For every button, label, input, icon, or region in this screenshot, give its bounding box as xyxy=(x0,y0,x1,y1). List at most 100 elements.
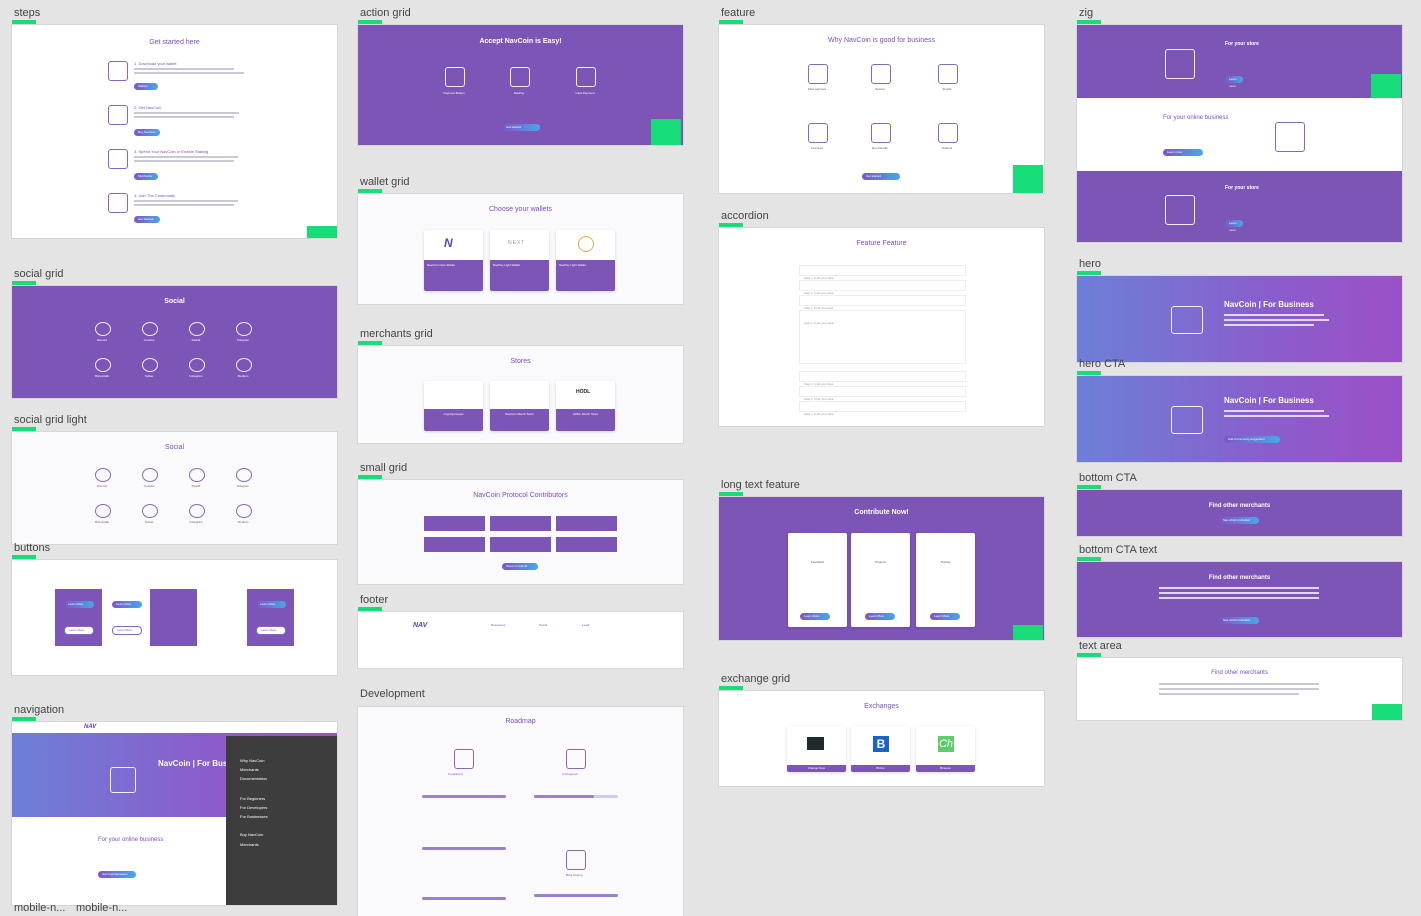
artboard-text-area[interactable]: Find other merchants xyxy=(1077,658,1402,720)
artboard-merchants-grid[interactable]: Stores Cryptopewpew NavCoin Merch Store … xyxy=(358,346,683,443)
wallet-card[interactable]: NEXT NavPay Light Wallet xyxy=(490,230,549,291)
instagram-icon[interactable] xyxy=(189,358,205,372)
get-started-button[interactable]: Get started xyxy=(862,173,900,180)
artboard-steps[interactable]: Get started here 1. Download your wallet… xyxy=(12,25,337,238)
reddit-icon[interactable] xyxy=(189,322,205,336)
artboard-label-navigation[interactable]: navigation xyxy=(14,704,64,716)
artboard-label-small-grid[interactable]: small grid xyxy=(360,462,407,474)
accordion-row[interactable]: Step 1. Find your idea xyxy=(799,401,966,416)
artboard-label-text-area[interactable]: text area xyxy=(1079,640,1122,652)
wallet-card[interactable]: N NavCoin Core Wallet xyxy=(424,230,483,291)
artboard-label-zig[interactable]: zig xyxy=(1079,7,1093,19)
github-button[interactable]: Show on Github xyxy=(502,563,538,570)
long-text-card[interactable]: Feedback Learn More xyxy=(788,533,847,627)
long-text-card[interactable]: Testing Learn More xyxy=(916,533,975,627)
youtube-icon[interactable] xyxy=(142,468,158,482)
artboard-zig[interactable]: For your store Learn more For your onlin… xyxy=(1077,25,1402,242)
artboard-label-buttons[interactable]: buttons xyxy=(14,542,50,554)
instagram-icon[interactable] xyxy=(189,504,205,518)
artboard-hero-cta[interactable]: NavCoin | For Business Add Community sug… xyxy=(1077,376,1402,462)
contributor-card[interactable] xyxy=(424,516,485,531)
exchange-card[interactable]: B Bittrex xyxy=(851,726,910,772)
learn-more-outline-button[interactable]: Learn More xyxy=(64,626,94,635)
artboard-label-footer[interactable]: footer xyxy=(360,594,388,606)
learn-more-button[interactable]: Learn More xyxy=(64,601,94,608)
contributor-card[interactable] xyxy=(490,516,551,531)
artboard-social-grid-light[interactable]: Social Discord Youtube Reddit Telegram Bitco… xyxy=(12,432,337,544)
accordion-row[interactable]: Step 1. Find your idea xyxy=(799,265,966,280)
bitcointalk-icon[interactable] xyxy=(95,358,111,372)
contributor-card[interactable] xyxy=(490,537,551,552)
artboard-small-grid[interactable]: NavCoin Protocol Contributors Show on Gi… xyxy=(358,480,683,584)
medium-icon[interactable] xyxy=(236,504,252,518)
artboard-exchange-grid[interactable]: Exchanges Change Now B Bittrex Ch Binanc… xyxy=(719,691,1044,786)
artboard-label-mobile-nav-1[interactable]: mobile-n... xyxy=(14,902,65,914)
telegram-icon[interactable] xyxy=(236,322,252,336)
menu-item[interactable]: Why NavCoin xyxy=(240,758,264,763)
step-button[interactable]: Get Started xyxy=(134,216,160,223)
artboard-label-development[interactable]: Development xyxy=(360,688,425,700)
artboard-label-bottom-cta[interactable]: bottom CTA xyxy=(1079,472,1137,484)
accordion-row[interactable]: Step 1. Find your idea xyxy=(799,386,966,401)
artboard-buttons[interactable]: Learn More Learn More Learn More Learn M… xyxy=(12,560,337,675)
artboard-label-steps[interactable]: steps xyxy=(14,7,40,19)
bottom-cta-text-button[interactable]: See what's Included xyxy=(1219,617,1259,624)
artboard-label-long-text-feature[interactable]: long text feature xyxy=(721,479,800,491)
youtube-icon[interactable] xyxy=(142,322,158,336)
learn-more-button[interactable]: Learn More xyxy=(256,601,286,608)
artboard-feature[interactable]: Why NavCoin is good for business Fast pa… xyxy=(719,25,1044,193)
nav-mobile-menu[interactable]: Why NavCoin Merchants Documentation For … xyxy=(226,736,337,905)
wallet-card[interactable]: NavPay Light Wallet xyxy=(556,230,615,291)
accordion-row-expanded[interactable]: Step 1. Find your idea xyxy=(799,310,966,364)
artboard-label-accordion[interactable]: accordion xyxy=(721,210,769,222)
artboard-social-grid[interactable]: Social Discord Youtube Reddit Telegram Bitco… xyxy=(12,286,337,398)
exchange-card[interactable]: Ch Binance xyxy=(916,726,975,772)
learn-more-outline-button[interactable]: Learn More xyxy=(112,626,142,635)
artboard-wallet-grid[interactable]: Choose your wallets N NavCoin Core Walle… xyxy=(358,194,683,304)
artboard-bottom-cta[interactable]: Find other merchants See what's Included xyxy=(1077,490,1402,536)
artboard-label-feature[interactable]: feature xyxy=(721,7,755,19)
step-button[interactable]: Wallets xyxy=(134,83,158,90)
artboard-label-exchange-grid[interactable]: exchange grid xyxy=(721,673,790,685)
menu-item[interactable]: For Developers xyxy=(240,805,267,810)
artboard-label-hero-cta[interactable]: hero CTA xyxy=(1079,358,1125,370)
artboard-label-merchants-grid[interactable]: merchants grid xyxy=(360,328,433,340)
artboard-label-mobile-nav-2[interactable]: mobile-n... xyxy=(76,902,127,914)
medium-icon[interactable] xyxy=(236,358,252,372)
artboard-label-bottom-cta-text[interactable]: bottom CTA text xyxy=(1079,544,1157,556)
artboard-navigation[interactable]: NAV NavCoin | For Bus For your online bu… xyxy=(12,722,337,905)
reddit-icon[interactable] xyxy=(189,468,205,482)
artboard-footer[interactable]: NAV Resources Social Legal xyxy=(358,612,683,668)
nav-cta-button[interactable]: Get Cryptopewpew xyxy=(98,871,136,878)
exchange-card[interactable]: Change Now xyxy=(787,726,846,772)
menu-item[interactable]: Merchants xyxy=(240,842,259,847)
artboard-label-social-grid-light[interactable]: social grid light xyxy=(14,414,87,426)
menu-item[interactable]: Buy NavCoin xyxy=(240,832,263,837)
discord-icon[interactable] xyxy=(95,468,111,482)
artboard-hero[interactable]: NavCoin | For Business xyxy=(1077,276,1402,362)
learn-more-outline-button[interactable]: Learn More xyxy=(256,626,286,635)
bitcointalk-icon[interactable] xyxy=(95,504,111,518)
merchant-card[interactable]: HODL HODL Merch Store xyxy=(556,381,615,431)
long-text-card[interactable]: Projects Learn More xyxy=(851,533,910,627)
artboard-development[interactable]: Roadmap Completed In Progress Beta Testi… xyxy=(358,707,683,916)
menu-item[interactable]: For Businesses xyxy=(240,814,268,819)
menu-item[interactable]: For Beginners xyxy=(240,796,265,801)
contributor-card[interactable] xyxy=(556,516,617,531)
bottom-cta-button[interactable]: See what's Included xyxy=(1219,517,1259,524)
contributor-card[interactable] xyxy=(556,537,617,552)
accordion-row[interactable]: Step 1. Find your idea xyxy=(799,371,966,386)
merchant-card[interactable]: NavCoin Merch Store xyxy=(490,381,549,431)
artboard-label-wallet-grid[interactable]: wallet grid xyxy=(360,176,410,188)
artboard-label-action-grid[interactable]: action grid xyxy=(360,7,411,19)
learn-more-button[interactable]: Learn More xyxy=(112,601,142,608)
step-button[interactable]: Buy NavCoin xyxy=(134,129,160,136)
get-started-button[interactable]: Get started xyxy=(502,124,540,131)
artboard-label-hero[interactable]: hero xyxy=(1079,258,1101,270)
telegram-icon[interactable] xyxy=(236,468,252,482)
twitter-icon[interactable] xyxy=(142,504,158,518)
menu-item[interactable]: Merchants xyxy=(240,767,259,772)
contributor-card[interactable] xyxy=(424,537,485,552)
merchant-card[interactable]: Cryptopewpew xyxy=(424,381,483,431)
menu-item[interactable]: Documentation xyxy=(240,776,267,781)
